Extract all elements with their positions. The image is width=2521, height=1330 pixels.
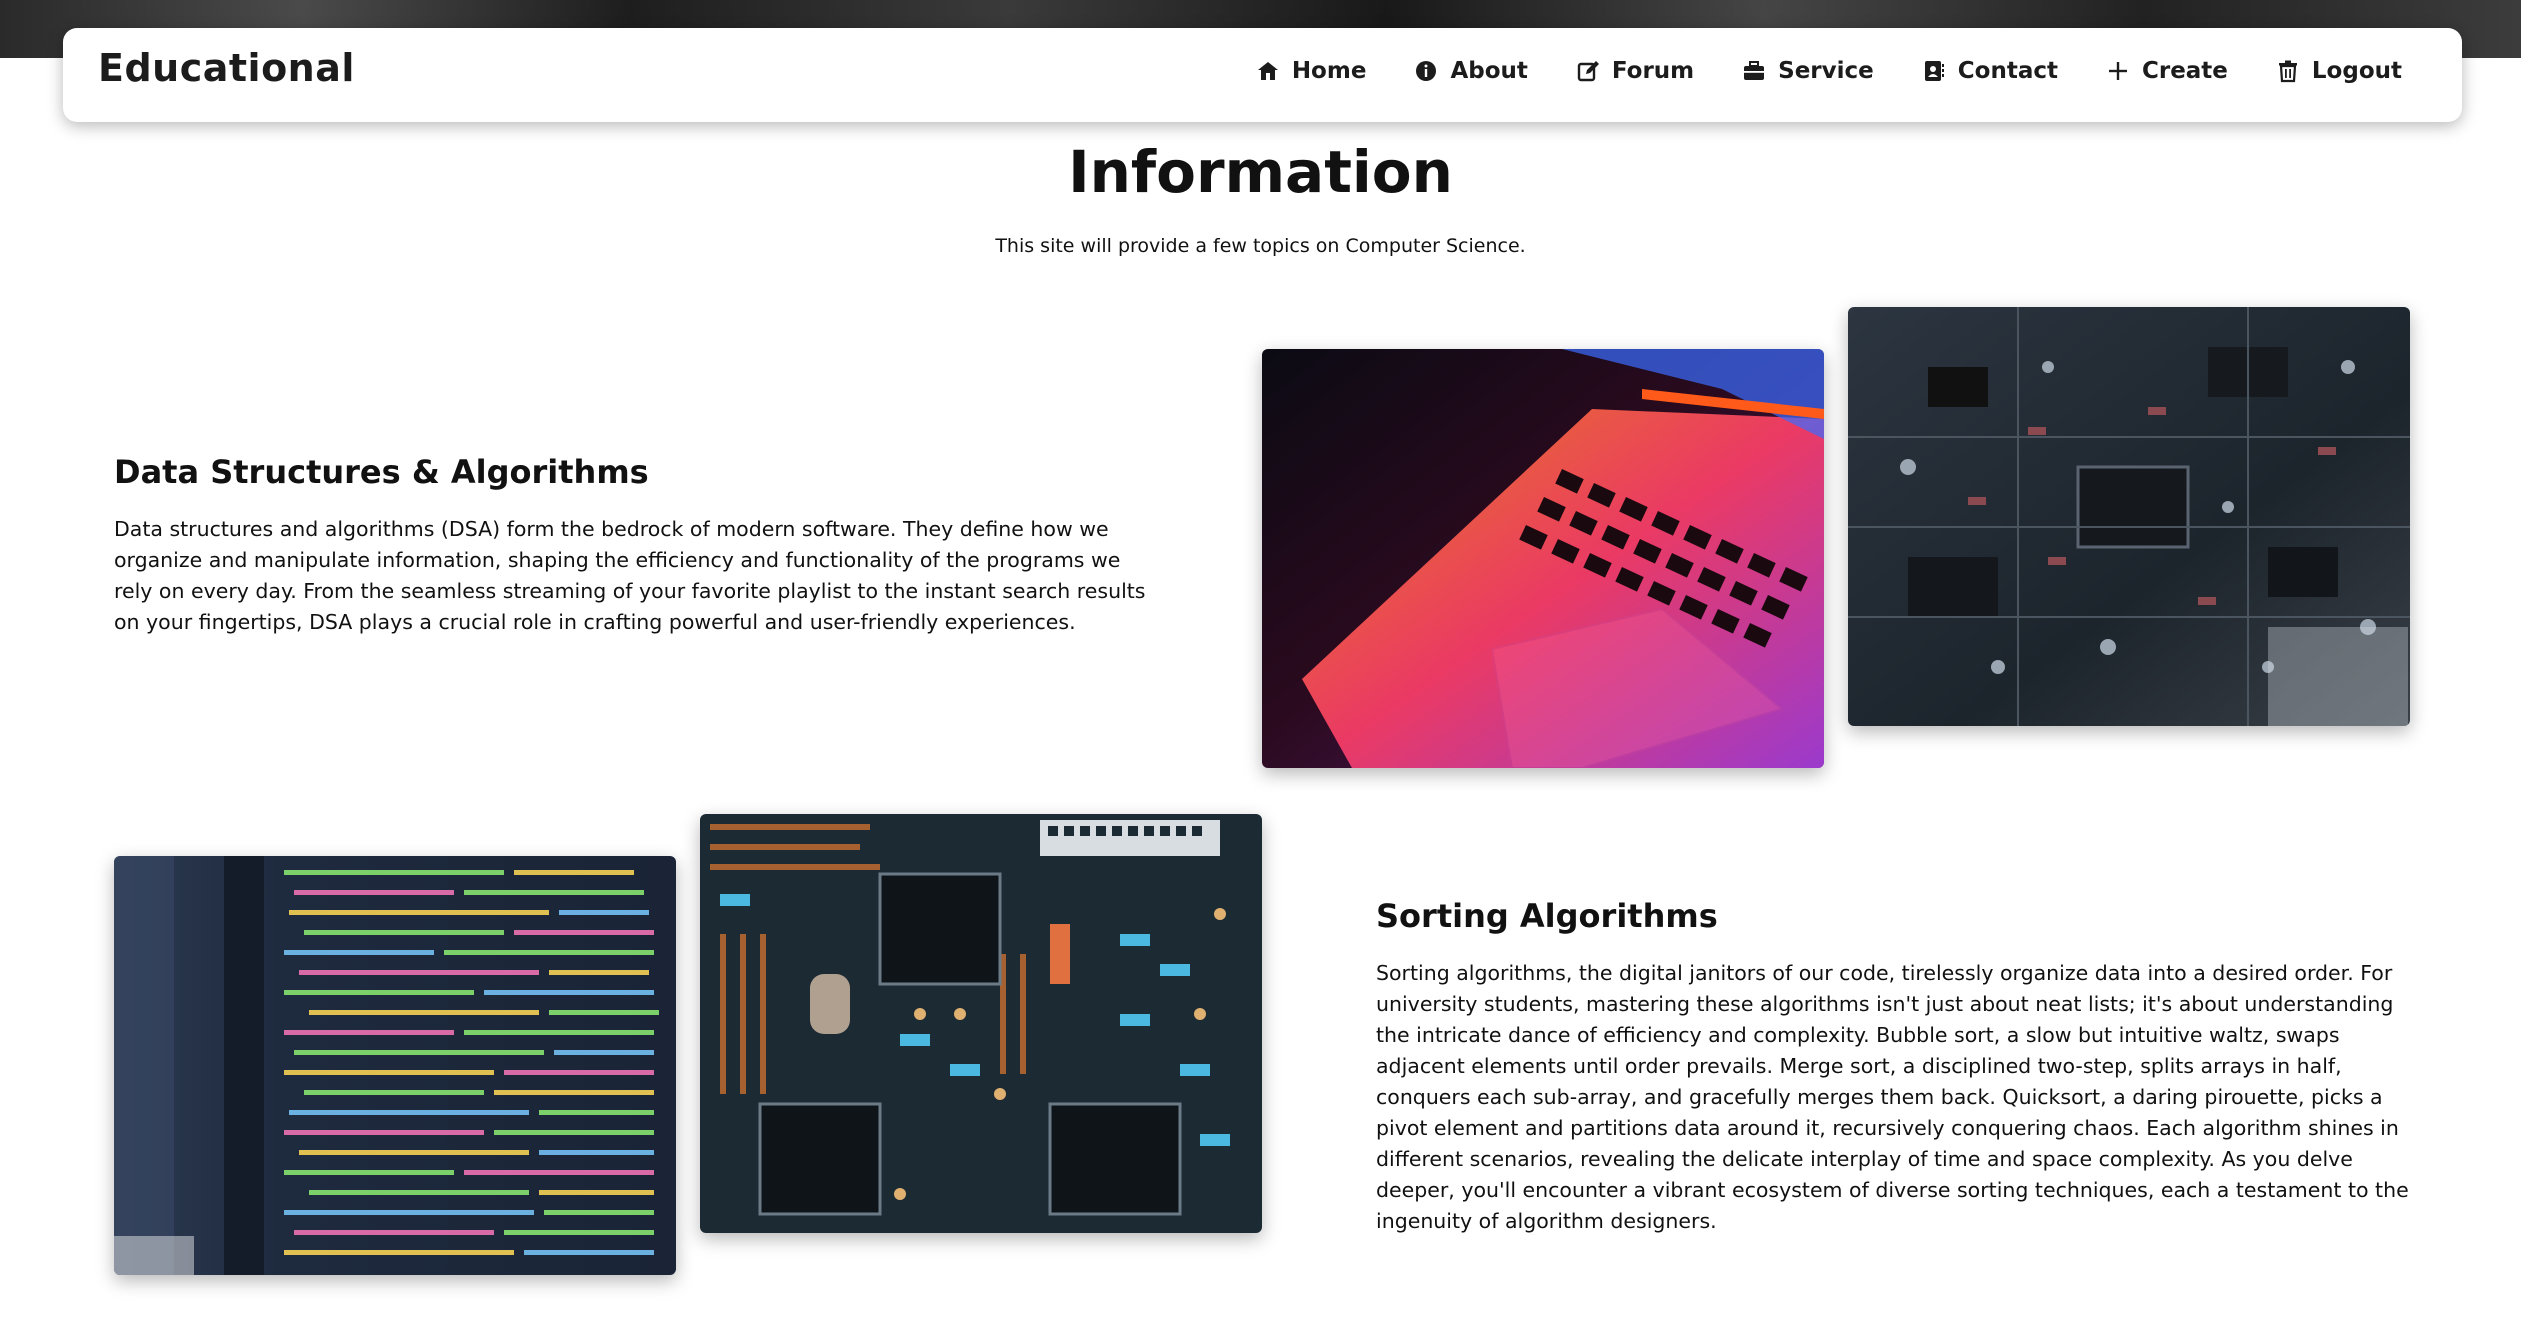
nav-logout-label: Logout: [2311, 58, 2402, 84]
contact-book-icon: [1924, 61, 1944, 81]
nav-about[interactable]: About: [1414, 58, 1528, 84]
brand-logo[interactable]: Educational: [98, 46, 355, 90]
nav-create-label: Create: [2141, 58, 2228, 84]
trash-icon: [2278, 60, 2297, 83]
section-heading-sorting: Sorting Algorithms: [1376, 897, 1718, 935]
nav-forum-label: Forum: [1611, 58, 1695, 84]
page-title: Information: [1068, 138, 1453, 206]
section-text-sorting: Sorting algorithms, the digital janitors…: [1376, 961, 2409, 1233]
nav-contact[interactable]: Contact: [1922, 58, 2058, 84]
nav-service[interactable]: Service: [1742, 58, 1874, 84]
nav-menu: Home About Forum Service Contact Create …: [1256, 58, 2402, 84]
nav-service-label: Service: [1778, 58, 1874, 84]
circuit-board-photo: [1848, 307, 2410, 726]
laptop-keyboard-photo: [1262, 349, 1824, 768]
nav-forum[interactable]: Forum: [1576, 58, 1694, 84]
pcb-chips-photo: [700, 814, 1262, 1233]
nav-logout[interactable]: Logout: [2276, 58, 2402, 84]
navbar: Educational Home About Forum Service Con…: [63, 28, 2462, 122]
nav-create[interactable]: Create: [2106, 58, 2228, 84]
section-heading-dsa: Data Structures & Algorithms: [114, 453, 649, 491]
plus-icon: [2108, 62, 2127, 80]
info-icon: [1416, 61, 1437, 81]
nav-about-label: About: [1450, 58, 1528, 84]
section-text-dsa: Data structures and algorithms (DSA) for…: [114, 517, 1146, 634]
nav-contact-label: Contact: [1957, 58, 2058, 84]
nav-home-label: Home: [1291, 58, 1367, 84]
edit-icon: [1577, 61, 1599, 82]
page-subtitle: This site will provide a few topics on C…: [995, 235, 1526, 257]
home-icon: [1257, 62, 1278, 80]
code-screen-photo: [114, 856, 676, 1275]
briefcase-icon: [1744, 61, 1765, 80]
nav-home[interactable]: Home: [1256, 58, 1367, 84]
